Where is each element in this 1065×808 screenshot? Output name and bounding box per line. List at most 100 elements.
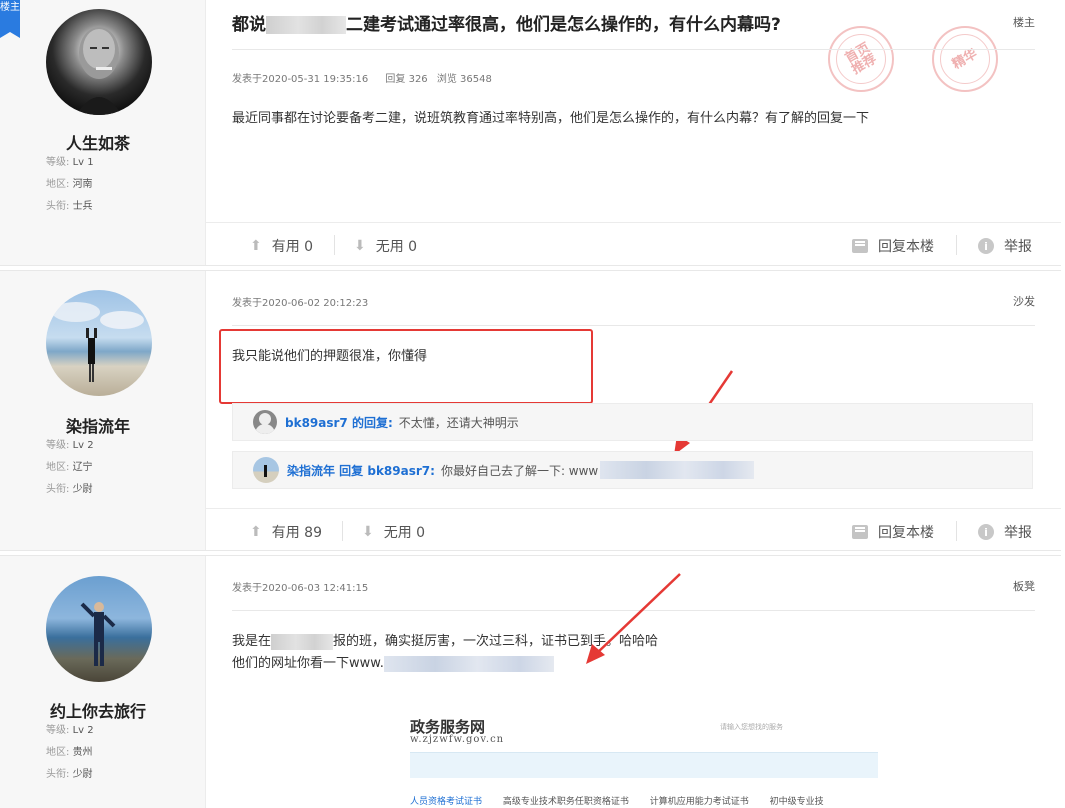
title-suffix: 二建考试通过率很高，他们是怎么操作的，有什么内幕吗?: [346, 15, 781, 35]
rank-label: 头衔:: [46, 201, 70, 212]
user-rank-row: 头衔: 少尉: [46, 479, 94, 501]
post-1: 楼主 人生如茶 等级: Lv 1 地区: 河南 头衔: 士兵 都说 二建考试通过率…: [0, 0, 1061, 266]
avatar[interactable]: [46, 9, 152, 115]
separator: [956, 521, 957, 541]
user-level-row: 等级: Lv 2: [46, 435, 94, 457]
rank-value: 少尉: [72, 484, 93, 495]
highlight-box: [219, 329, 593, 404]
level-value: Lv 2: [72, 440, 94, 451]
user-rank-row: 头衔: 士兵: [46, 196, 94, 218]
level-label: 等级:: [46, 157, 70, 168]
useful-button[interactable]: ⬆ 有用 89: [250, 522, 322, 542]
post-time: 发表于2020-06-02 20:12:23: [232, 298, 369, 309]
stamp-text: 首页推荐: [842, 40, 880, 78]
region-value: 贵州: [72, 747, 93, 758]
useful-button[interactable]: ⬆ 有用 0: [250, 236, 313, 256]
useless-button[interactable]: ⬇ 无用 0: [362, 522, 425, 542]
username[interactable]: 人生如茶: [0, 130, 196, 154]
report-button[interactable]: i 举报: [978, 236, 1032, 256]
report-label: 举报: [1004, 525, 1032, 541]
comment-icon: [852, 239, 868, 253]
report-button[interactable]: i 举报: [978, 522, 1032, 542]
post-content: 最近同事都在讨论要备考二建，说班筑教育通过率特别高，他们是怎么操作的，有什么内幕…: [232, 111, 870, 126]
redacted-link: [383, 655, 554, 672]
view-count: 浏览 36548: [436, 74, 492, 85]
user-level-row: 等级: Lv 2: [46, 720, 94, 742]
post-time: 发表于2020-06-03 12:41:15: [232, 583, 369, 594]
divider: [232, 49, 1035, 50]
avatar[interactable]: [46, 576, 152, 682]
username[interactable]: 染指流年: [0, 413, 196, 437]
comment-icon: [852, 525, 868, 539]
username[interactable]: 约上你去旅行: [0, 698, 196, 722]
reply-author[interactable]: 染指流年 回复 bk89asr7:: [287, 462, 435, 479]
post-2: 染指流年 等级: Lv 2 地区: 辽宁 头衔: 少尉 发表于2020-06-0…: [0, 270, 1061, 551]
user-region-row: 地区: 贵州: [46, 742, 94, 764]
redacted-text: [271, 633, 334, 650]
post-main: 都说 二建考试通过率很高，他们是怎么操作的，有什么内幕吗? 楼主 首页推荐 精华 …: [206, 0, 1061, 265]
avatar-portrait-icon: [76, 27, 122, 115]
avatar-beach-icon: [52, 302, 144, 382]
divider: [232, 325, 1035, 326]
thumb-up-arrow-icon: ⬆: [250, 524, 262, 540]
thumb-down-arrow-icon: ⬇: [354, 238, 366, 254]
screenshot-tab: 计算机应用能力考试证书: [649, 797, 749, 807]
reply-author[interactable]: bk89asr7 的回复:: [285, 414, 393, 431]
useless-button[interactable]: ⬇ 无用 0: [354, 236, 417, 256]
post-3: 约上你去旅行 等级: Lv 2 地区: 贵州 头衔: 少尉 发表于2020-06…: [0, 555, 1061, 808]
thumb-down-arrow-icon: ⬇: [362, 524, 374, 540]
level-label: 等级:: [46, 440, 70, 451]
avatar-person-icon: [80, 602, 116, 666]
avatar[interactable]: [253, 457, 279, 483]
info-icon: i: [978, 524, 994, 540]
embedded-screenshot-image: 政务服务网 w.zjzwfw.gov.cn 请输入您想找的服务 人员资格考试证书…: [410, 708, 878, 808]
stamp-essence: 精华: [932, 26, 998, 92]
rank-value: 士兵: [72, 201, 93, 212]
report-label: 举报: [1004, 239, 1032, 255]
region-label: 地区:: [46, 747, 70, 758]
content-line-2-text: 他们的网址你看一下www.: [232, 656, 384, 671]
reply-floor-button[interactable]: 回复本楼: [852, 522, 934, 542]
post-main: 发表于2020-06-03 12:41:15 板凳 我是在 报的班，确实挺厉害，一…: [206, 556, 1061, 808]
post-meta: 发表于2020-05-31 19:35:16 回复 326 浏览 36548: [232, 70, 506, 85]
post-meta: 发表于2020-06-02 20:12:23: [232, 294, 382, 309]
user-info: 等级: Lv 2 地区: 贵州 头衔: 少尉: [46, 720, 94, 786]
rank-label: 头衔:: [46, 484, 70, 495]
user-info: 等级: Lv 2 地区: 辽宁 头衔: 少尉: [46, 435, 94, 501]
screenshot-tabs: 人员资格考试证书 高级专业技术职务任职资格证书 计算机应用能力考试证书 初中级专…: [410, 794, 842, 807]
user-sidebar: 约上你去旅行 等级: Lv 2 地区: 贵州 头衔: 少尉: [0, 556, 206, 808]
floor-label: 沙发: [1013, 295, 1035, 308]
separator: [342, 521, 343, 541]
content-part-a: 我是在: [232, 634, 272, 649]
useful-label: 有用 89: [271, 525, 322, 541]
separator: [956, 235, 957, 255]
useful-label: 有用 0: [271, 239, 314, 255]
rank-label: 头衔:: [46, 769, 70, 780]
screenshot-banner: [410, 752, 878, 778]
redacted-link: [600, 461, 755, 479]
user-region-row: 地区: 辽宁: [46, 457, 94, 479]
annotation-arrow-icon: [586, 573, 681, 664]
reply-text-visible: 你最好自己去了解一下: www: [440, 463, 599, 478]
action-bar: ⬆ 有用 0 ⬇ 无用 0 回复本楼 i 举报: [206, 222, 1061, 266]
floor-label: 楼主: [1013, 16, 1035, 29]
sub-reply: bk89asr7 的回复: 不太懂，还请大神明示: [232, 403, 1033, 441]
user-region-row: 地区: 河南: [46, 174, 94, 196]
sub-reply: 染指流年 回复 bk89asr7: 你最好自己去了解一下: www: [232, 451, 1033, 489]
useless-label: 无用 0: [375, 239, 418, 255]
reply-floor-label: 回复本楼: [878, 525, 934, 541]
user-sidebar: 楼主 人生如茶 等级: Lv 1 地区: 河南 头衔: 士兵: [0, 0, 206, 265]
level-value: Lv 1: [72, 157, 94, 168]
reply-floor-label: 回复本楼: [878, 239, 934, 255]
reply-floor-button[interactable]: 回复本楼: [852, 236, 934, 256]
reply-text: 不太懂，还请大神明示: [398, 415, 519, 430]
screenshot-search-hint: 请输入您想找的服务: [720, 723, 783, 731]
thread-title: 都说 二建考试通过率很高，他们是怎么操作的，有什么内幕吗?: [232, 10, 781, 35]
screenshot-url: w.zjzwfw.gov.cn: [410, 734, 505, 745]
floor-label: 板凳: [1013, 580, 1035, 593]
useless-label: 无用 0: [383, 525, 426, 541]
level-label: 等级:: [46, 725, 70, 736]
avatar[interactable]: [253, 410, 277, 434]
avatar[interactable]: [46, 290, 152, 396]
info-icon: i: [978, 238, 994, 254]
